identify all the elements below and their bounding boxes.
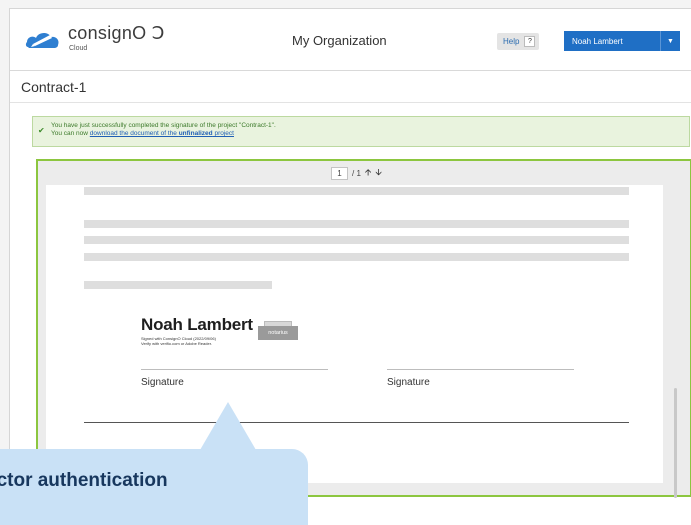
chevron-down-icon[interactable]: ▼ xyxy=(660,31,680,51)
help-label: Help xyxy=(503,37,520,46)
top-header: consignO Ↄ Cloud My Organization Help ? … xyxy=(10,9,691,71)
text-placeholder-line xyxy=(84,281,272,289)
cloud-pen-icon xyxy=(25,32,59,48)
signature-details: Signed with ConsignO Cloud (2022/09/06) … xyxy=(141,336,216,346)
page-footer-rule xyxy=(84,422,629,423)
page-number-input[interactable]: 1 xyxy=(331,166,348,180)
signature-label: Signature xyxy=(141,377,184,388)
text-placeholder-line xyxy=(84,187,629,195)
signature-line xyxy=(141,369,328,370)
organization-title: My Organization xyxy=(292,33,387,48)
text-placeholder-line xyxy=(84,236,629,244)
download-link-suffix: project xyxy=(212,130,234,137)
logo-text: consignO Ↄ xyxy=(68,23,165,43)
page-navigator: 1 / 1 🡩 🡫 xyxy=(331,166,382,180)
document-viewer: 1 / 1 🡩 🡫 Noah Lambert Signed with Consi… xyxy=(36,159,691,498)
alert-line-2-prefix: You can now xyxy=(51,130,90,137)
signature-line xyxy=(387,369,574,370)
app-window: consignO Ↄ Cloud My Organization Help ? … xyxy=(9,8,691,525)
user-name: Noah Lambert xyxy=(572,36,623,46)
stamp-label: notarius xyxy=(258,326,298,340)
viewer-scrollbar[interactable] xyxy=(674,388,677,498)
title-divider xyxy=(10,102,691,103)
document-page: Noah Lambert Signed with ConsignO Cloud … xyxy=(46,185,663,483)
text-placeholder-line xyxy=(84,253,629,261)
consigno-logo[interactable]: consignO Ↄ Cloud xyxy=(24,23,184,59)
alert-line-2: You can now download the document of the… xyxy=(51,130,689,138)
signature-name: Noah Lambert xyxy=(141,315,253,334)
arrow-up-icon[interactable]: 🡩 xyxy=(365,165,371,181)
logo-subtitle: Cloud xyxy=(69,45,88,52)
download-link-bold: unfinalized xyxy=(178,130,213,137)
success-alert: ✔ You have just successfully completed t… xyxy=(32,116,690,147)
user-menu-button[interactable]: Noah Lambert ▼ xyxy=(564,31,680,51)
signature-label: Signature xyxy=(387,377,430,388)
notarius-stamp: notarius xyxy=(258,321,298,345)
page-title: Contract-1 xyxy=(21,79,87,95)
callout-pointer xyxy=(200,402,256,450)
total-pages: / 1 xyxy=(352,168,361,178)
question-icon: ? xyxy=(524,36,536,47)
help-button[interactable]: Help ? xyxy=(497,33,540,50)
check-icon: ✔ xyxy=(38,126,45,135)
arrow-down-icon[interactable]: 🡫 xyxy=(375,165,381,181)
alert-line-1: You have just successfully completed the… xyxy=(51,122,276,129)
text-placeholder-line xyxy=(84,220,629,228)
download-link-text: download the document of the xyxy=(89,130,179,137)
download-document-link[interactable]: download the document of the unfinalized… xyxy=(90,130,234,137)
callout-text: actor authentication xyxy=(0,470,168,491)
verify-with-text: Verify with verifio.com or Adobe Reader. xyxy=(141,341,212,346)
